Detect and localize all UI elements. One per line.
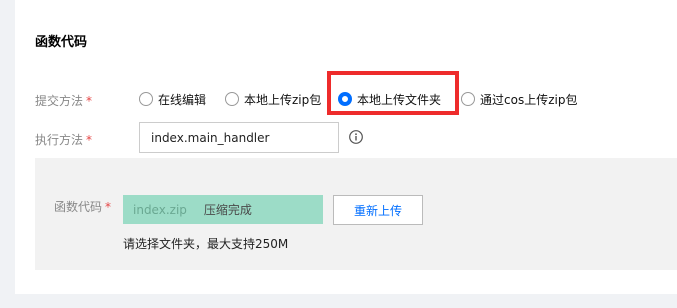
radio-circle-icon bbox=[461, 92, 475, 106]
required-mark: * bbox=[105, 200, 112, 214]
info-circle-icon[interactable] bbox=[349, 130, 363, 144]
exec-method-label-text: 执行方法 bbox=[35, 133, 84, 147]
radio-online-edit[interactable]: 在线编辑 bbox=[139, 90, 206, 108]
radio-label: 在线编辑 bbox=[158, 92, 207, 107]
highlight-annotation-box bbox=[327, 71, 459, 115]
radio-label: 通过cos上传zip包 bbox=[480, 92, 578, 107]
exec-method-label: 执行方法 * bbox=[35, 131, 92, 148]
function-code-panel: 函数代码 提交方法 * 在线编辑 本地上传zip包 本地上传文件夹 通过cos上传… bbox=[15, 0, 677, 294]
radio-circle-icon bbox=[139, 92, 153, 106]
section-title: 函数代码 bbox=[35, 35, 88, 50]
upload-hint: 请选择文件夹，最大支持250M bbox=[123, 237, 289, 251]
upload-area: 函数代码 * index.zip 压缩完成 重新上传 请选择文件夹，最大支持250… bbox=[35, 158, 677, 270]
radio-label: 本地上传zip包 bbox=[244, 92, 322, 107]
required-mark: * bbox=[86, 133, 93, 147]
reupload-button[interactable]: 重新上传 bbox=[333, 195, 423, 225]
radio-circle-icon bbox=[225, 92, 239, 106]
radio-local-zip[interactable]: 本地上传zip包 bbox=[225, 90, 323, 108]
exec-method-input[interactable] bbox=[139, 122, 339, 153]
submit-method-label-text: 提交方法 bbox=[35, 94, 84, 108]
uploaded-file-display: index.zip 压缩完成 bbox=[123, 195, 323, 224]
function-code-label: 函数代码 * bbox=[54, 198, 111, 215]
submit-method-label: 提交方法 * bbox=[35, 92, 92, 109]
required-mark: * bbox=[86, 94, 93, 108]
file-status: 压缩完成 bbox=[203, 203, 252, 217]
function-code-label-text: 函数代码 bbox=[54, 200, 103, 214]
radio-cos-zip[interactable]: 通过cos上传zip包 bbox=[461, 90, 577, 108]
file-name: index.zip bbox=[133, 202, 187, 217]
